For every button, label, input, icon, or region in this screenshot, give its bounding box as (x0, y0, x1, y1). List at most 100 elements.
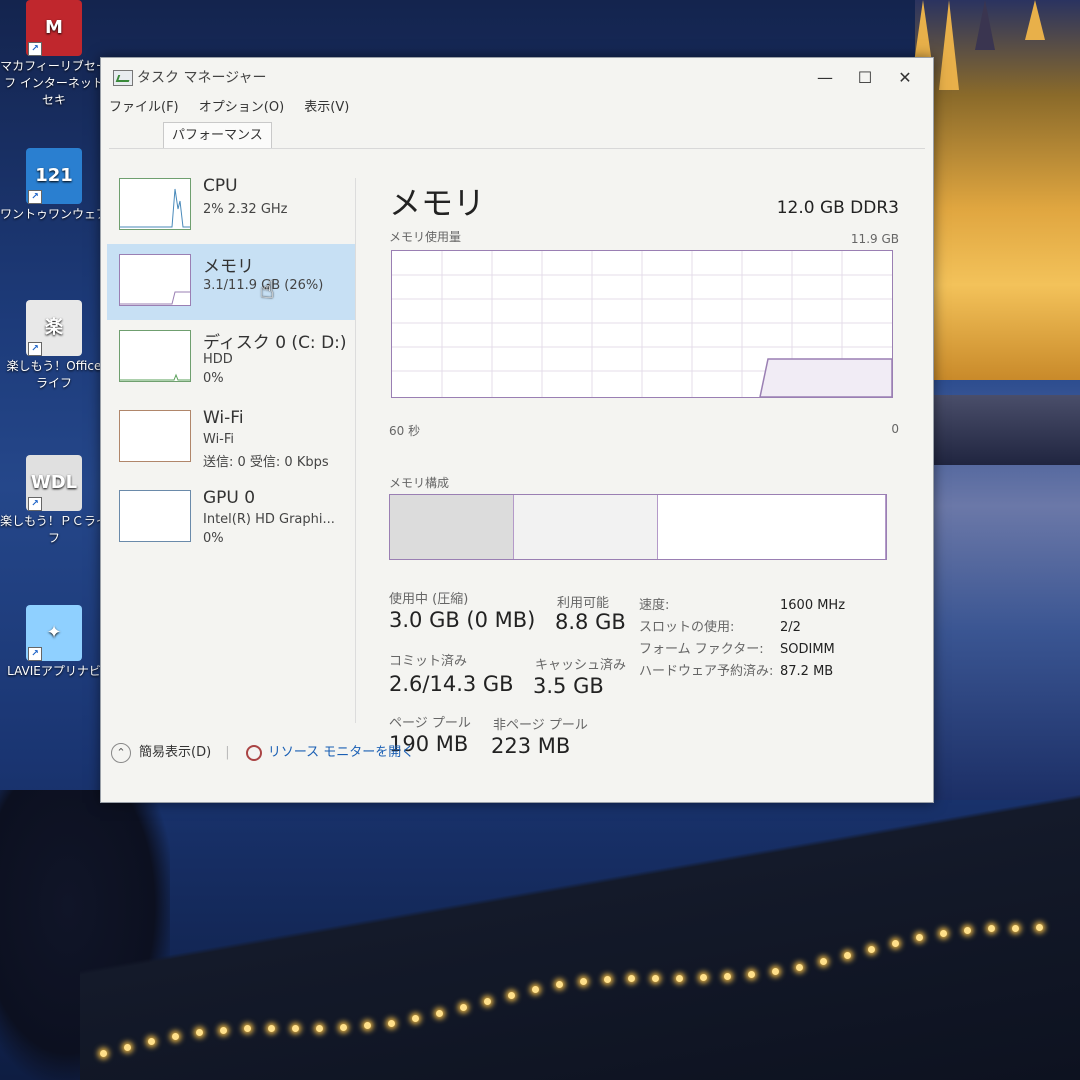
stat-nonpaged-pool-label: 非ページ プール (493, 718, 588, 733)
sidebar-item-detail: 2% 2.32 GHz (203, 202, 288, 217)
desktop-icon-label: 楽しもう！ＰＣライフ (0, 514, 108, 545)
bridge-light (652, 974, 659, 982)
desktop-icon[interactable]: WDL ↗ 楽しもう！ＰＣライフ (0, 455, 108, 547)
bridge-light (220, 1026, 227, 1034)
graph-time-start: 60 秒 (389, 424, 421, 438)
bridge-light (268, 1024, 275, 1032)
usage-graph-label: メモリ使用量 (389, 230, 462, 244)
bridge-light (100, 1050, 107, 1057)
bridge-light (460, 1004, 467, 1012)
cpu-mini-graph (119, 178, 191, 230)
sidebar-item-detail: 0% (203, 371, 224, 386)
sidebar-item-disk[interactable]: ディスク 0 (C: D:) HDD 0% (107, 320, 355, 396)
bridge-light (724, 973, 731, 981)
desktop-icon[interactable]: M ↗ マカフィーリブセーフ インターネットセキ (0, 0, 108, 109)
bridge-light (436, 1010, 443, 1018)
bridge-light (916, 934, 923, 942)
desktop-icon[interactable]: 楽 ↗ 楽しもう！Office ライフ (0, 300, 108, 392)
prop-form-factor-value: SODIMM (780, 642, 835, 657)
bridge-light (940, 930, 947, 938)
stat-paged-pool-label: ページ プール (389, 716, 471, 731)
sidebar-item-detail: 0% (203, 531, 224, 546)
composition-label: メモリ構成 (389, 476, 450, 490)
menu-bar: ファイル(F) オプション(O) 表示(V) (109, 96, 365, 118)
desktop-icon-label: 楽しもう！Office ライフ (6, 359, 102, 390)
wallpaper-embankment (920, 395, 1080, 465)
app-icon: ✦ ↗ (26, 605, 82, 661)
desktop-icon[interactable]: ✦ ↗ LAVIEアプリナビ (0, 605, 108, 680)
bridge-light (532, 986, 539, 994)
bridge-light (292, 1024, 299, 1032)
prop-speed-label: 速度: (639, 598, 670, 613)
app-icon: 楽 ↗ (26, 300, 82, 356)
gpu-mini-graph (119, 490, 191, 542)
stat-cached-value: 3.5 GB (533, 674, 604, 698)
bridge-light (580, 978, 587, 986)
menu-file[interactable]: ファイル(F) (109, 100, 179, 115)
sidebar-item-label: Wi-Fi (203, 408, 244, 428)
stat-in-use-label: 使用中 (圧縮) (389, 592, 469, 607)
prop-slots-label: スロットの使用: (639, 620, 735, 635)
fewer-details-link[interactable]: 簡易表示(D) (139, 745, 211, 760)
minimize-button[interactable]: — (805, 64, 845, 92)
open-resource-monitor-link[interactable]: リソース モニターを開く (268, 745, 414, 760)
menu-view[interactable]: 表示(V) (304, 100, 349, 115)
bridge-light (892, 939, 899, 947)
bridge-light (868, 945, 875, 953)
sidebar-item-memory[interactable]: メモリ 3.1/11.9 GB (26%) (107, 244, 355, 320)
desktop-icon[interactable]: 121 ↗ ワントゥワンウェア (0, 148, 108, 223)
sidebar-item-detail: HDD (203, 352, 233, 367)
tab-performance[interactable]: パフォーマンス (163, 122, 272, 149)
sidebar-item-detail: Wi-Fi (203, 432, 235, 447)
sidebar-item-label: CPU (203, 176, 238, 196)
close-button[interactable]: ✕ (885, 64, 925, 92)
wifi-mini-graph (119, 410, 191, 462)
bridge-light (316, 1024, 323, 1032)
bridge-light (748, 971, 755, 979)
chevron-up-icon[interactable]: ⌃ (111, 742, 131, 763)
sidebar-item-gpu[interactable]: GPU 0 Intel(R) HD Graphi... 0% (107, 480, 355, 556)
bridge-light (484, 997, 491, 1005)
prop-hw-reserved-value: 87.2 MB (780, 664, 834, 679)
prop-form-factor-label: フォーム ファクター: (639, 642, 764, 657)
memory-composition-bar (389, 494, 887, 560)
tab-divider (109, 148, 925, 149)
bridge-light (508, 991, 515, 999)
wallpaper-building (913, 0, 1080, 380)
bridge-light (388, 1019, 395, 1027)
bridge-light (244, 1025, 251, 1033)
composition-segment (390, 495, 515, 559)
bridge-light (796, 963, 803, 971)
task-manager-window[interactable]: タスク マネージャー — ☐ ✕ ファイル(F) オプション(O) 表示(V) … (100, 57, 934, 803)
window-footer: ⌃ 簡易表示(D) | リソース モニターを開く (111, 741, 414, 763)
bridge-light (844, 952, 851, 960)
shortcut-arrow-icon: ↗ (28, 190, 42, 204)
panel-title: メモリ (389, 184, 486, 222)
desktop-icon-label: ワントゥワンウェア (0, 207, 109, 221)
bridge-light (556, 981, 563, 989)
window-title: タスク マネージャー (137, 70, 267, 86)
prop-speed-value: 1600 MHz (780, 598, 846, 613)
graph-time-end: 0 (891, 422, 899, 436)
sidebar-item-label: GPU 0 (203, 488, 256, 508)
stat-in-use-value: 3.0 GB (0 MB) (389, 608, 536, 632)
bridge-light (148, 1037, 155, 1045)
stat-committed-label: コミット済み (389, 654, 468, 669)
bridge-light (412, 1015, 419, 1023)
sidebar-divider (355, 178, 356, 723)
bridge-light (340, 1024, 347, 1032)
title-bar[interactable]: タスク マネージャー — ☐ ✕ (101, 58, 933, 98)
menu-options[interactable]: オプション(O) (199, 100, 284, 115)
memory-usage-graph (391, 250, 893, 398)
sidebar-item-wifi[interactable]: Wi-Fi Wi-Fi 送信: 0 受信: 0 Kbps (107, 400, 355, 476)
desktop-icon-label: LAVIEアプリナビ (7, 664, 101, 678)
resource-monitor-icon[interactable] (245, 744, 262, 761)
shortcut-arrow-icon: ↗ (28, 342, 42, 356)
wallpaper-bridge (80, 780, 1080, 1080)
bridge-light (364, 1022, 371, 1030)
footer-divider: | (225, 745, 230, 760)
sidebar-item-cpu[interactable]: CPU 2% 2.32 GHz (107, 168, 355, 244)
maximize-button[interactable]: ☐ (845, 64, 885, 92)
usage-graph-max: 11.9 GB (850, 232, 899, 246)
stat-available-label: 利用可能 (557, 596, 610, 611)
